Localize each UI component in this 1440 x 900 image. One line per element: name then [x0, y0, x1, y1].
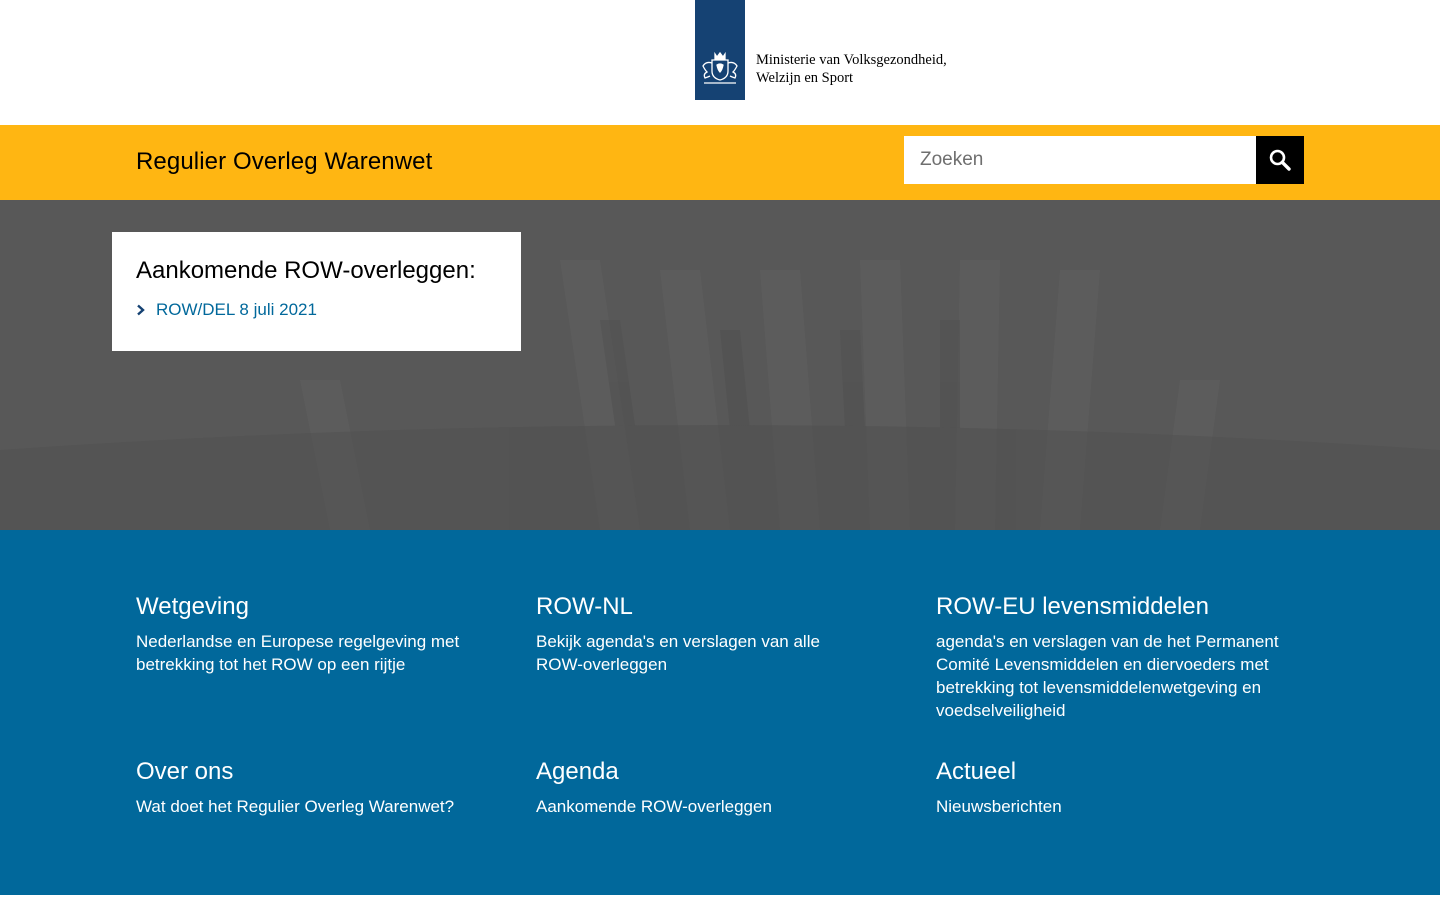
nav-tile-title[interactable]: Wetgeving	[136, 592, 506, 622]
meeting-link[interactable]: ROW/DEL 8 juli 2021	[156, 299, 317, 321]
nav-tile-title[interactable]: Agenda	[536, 757, 906, 787]
rijksoverheid-logo[interactable]	[695, 0, 745, 100]
hero-banner: Aankomende ROW-overleggen: ROW/DEL 8 jul…	[0, 200, 1440, 530]
upcoming-meetings-card: Aankomende ROW-overleggen: ROW/DEL 8 jul…	[112, 232, 521, 351]
search-button[interactable]	[1256, 136, 1304, 184]
nav-tile-title[interactable]: Actueel	[936, 757, 1306, 787]
ministry-name: Ministerie van Volksgezondheid, Welzijn …	[756, 51, 947, 87]
nav-tile-description: Bekijk agenda's en verslagen van alle RO…	[536, 632, 820, 674]
nav-tile-description: Wat doet het Regulier Overleg Warenwet?	[136, 797, 455, 816]
upcoming-meetings-list: ROW/DEL 8 juli 2021	[136, 299, 497, 321]
site-title[interactable]: Regulier Overleg Warenwet	[136, 147, 432, 177]
nav-tile-description: Nederlandse en Europese regelgeving met …	[136, 632, 460, 674]
logo-header: Ministerie van Volksgezondheid, Welzijn …	[0, 0, 1440, 125]
nav-tile-title[interactable]: ROW-EU levensmiddelen	[936, 592, 1306, 622]
nav-tile-description: Nieuwsberichten	[936, 797, 1062, 816]
rijksoverheid-crest-icon	[702, 51, 738, 84]
ministry-name-line2: Welzijn en Sport	[756, 70, 854, 86]
search-icon	[1269, 149, 1291, 171]
nav-tile-title[interactable]: ROW-NL	[536, 592, 906, 622]
nav-tile-description: Aankomende ROW-overleggen	[536, 797, 772, 816]
nav-tile-description: agenda's en verslagen van de het Permane…	[936, 632, 1279, 720]
nav-tile-agenda: Agenda Aankomende ROW-overleggen	[536, 757, 906, 818]
nav-tile-row-nl: ROW-NL Bekijk agenda's en verslagen van …	[536, 592, 906, 676]
upcoming-meetings-heading: Aankomende ROW-overleggen:	[136, 257, 476, 284]
nav-tile-row-eu-levensmiddelen: ROW-EU levensmiddelen agenda's en versla…	[936, 592, 1306, 722]
site-title-bar: Regulier Overleg Warenwet	[0, 125, 1440, 200]
navigation-tiles: Wetgeving Nederlandse en Europese regelg…	[0, 530, 1440, 895]
nav-tile-title[interactable]: Over ons	[136, 757, 506, 787]
chevron-right-icon	[136, 300, 156, 320]
ministry-name-line1: Ministerie van Volksgezondheid,	[756, 52, 947, 68]
page-bottom-edge	[0, 895, 1440, 900]
search-input[interactable]	[904, 136, 1256, 184]
nav-tile-over-ons: Over ons Wat doet het Regulier Overleg W…	[136, 757, 506, 818]
nav-tile-wetgeving: Wetgeving Nederlandse en Europese regelg…	[136, 592, 506, 676]
nav-tile-actueel: Actueel Nieuwsberichten	[936, 757, 1306, 818]
list-item: ROW/DEL 8 juli 2021	[136, 299, 497, 321]
